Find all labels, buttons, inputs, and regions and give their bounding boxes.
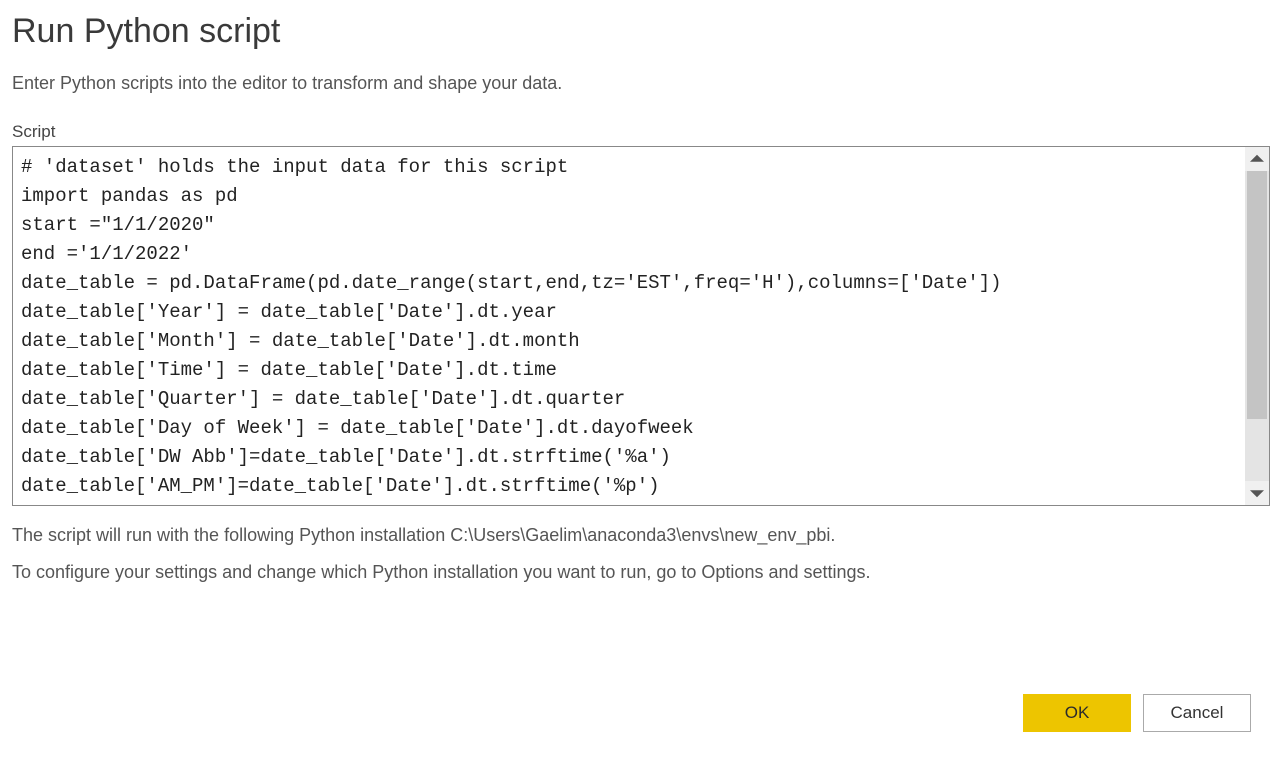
dialog-title: Run Python script: [12, 12, 1275, 51]
script-editor-wrapper: [12, 146, 1270, 506]
ok-button[interactable]: OK: [1023, 694, 1131, 732]
scroll-thumb[interactable]: [1247, 171, 1267, 419]
scroll-track[interactable]: [1245, 171, 1269, 481]
run-python-script-dialog: Run Python script Enter Python scripts i…: [12, 12, 1275, 750]
script-input[interactable]: [13, 147, 1245, 505]
dialog-buttons: OK Cancel: [1023, 694, 1251, 732]
scroll-down-icon[interactable]: [1245, 481, 1269, 505]
config-info: To configure your settings and change wh…: [12, 559, 1275, 586]
script-label: Script: [12, 122, 1275, 142]
scroll-up-icon[interactable]: [1245, 147, 1269, 171]
dialog-subtitle: Enter Python scripts into the editor to …: [12, 73, 1275, 94]
python-install-info: The script will run with the following P…: [12, 522, 1275, 549]
scrollbar-vertical[interactable]: [1245, 147, 1269, 505]
cancel-button[interactable]: Cancel: [1143, 694, 1251, 732]
